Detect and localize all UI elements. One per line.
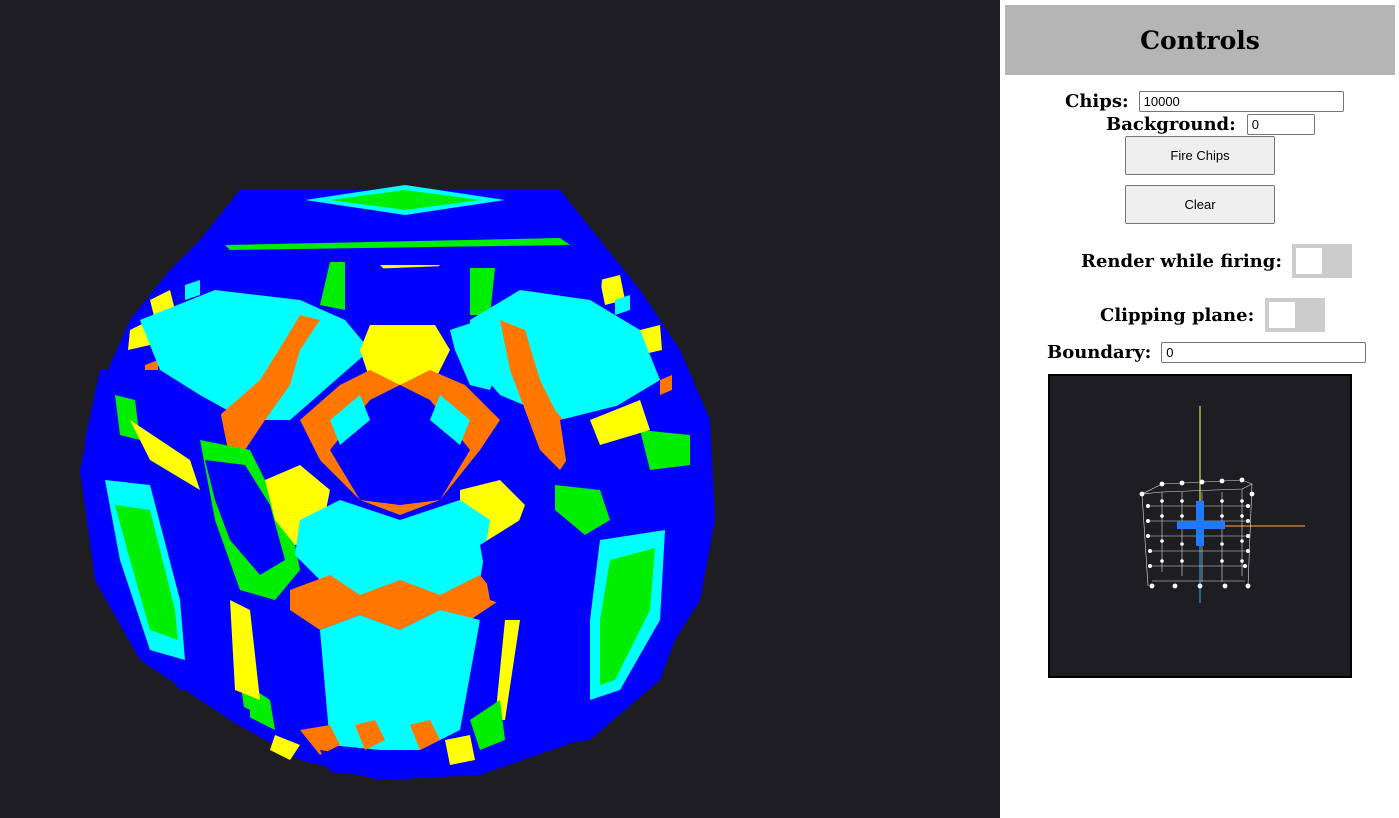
boundary-input[interactable]: [1161, 342, 1367, 363]
clipping-plane-toggle[interactable]: [1265, 298, 1326, 332]
chips-label: Chips:: [1065, 91, 1129, 112]
chips-row: Chips:: [1065, 91, 1344, 112]
fire-chips-button[interactable]: Fire Chips: [1125, 136, 1275, 175]
boundary-row: Boundary:: [1047, 342, 1367, 363]
clipping-plane-label: Clipping plane:: [1100, 304, 1255, 326]
center-cross: [1177, 501, 1225, 546]
clear-button[interactable]: Clear: [1125, 185, 1275, 224]
orientation-minimap[interactable]: [1048, 374, 1352, 678]
panel-title: Controls: [1005, 5, 1395, 75]
clipping-plane-row: Clipping plane:: [1100, 298, 1326, 332]
render-while-firing-label: Render while firing:: [1081, 250, 1282, 272]
controls-panel: Controls Chips: Background: Fire Chips C…: [1005, 5, 1395, 818]
3d-viewport[interactable]: [0, 0, 1000, 818]
boundary-label: Boundary:: [1047, 342, 1152, 363]
background-label: Background:: [1106, 114, 1236, 135]
chips-input[interactable]: [1138, 91, 1344, 112]
background-row: Background:: [1106, 114, 1315, 135]
background-input[interactable]: [1246, 114, 1315, 135]
sandpile-render: [80, 185, 715, 780]
minimap-graphic: [1139, 406, 1305, 603]
render-while-firing-toggle[interactable]: [1292, 244, 1352, 278]
toggle-knob: [1296, 248, 1322, 274]
render-while-firing-row: Render while firing:: [1081, 244, 1352, 278]
toggle-knob: [1269, 302, 1296, 328]
